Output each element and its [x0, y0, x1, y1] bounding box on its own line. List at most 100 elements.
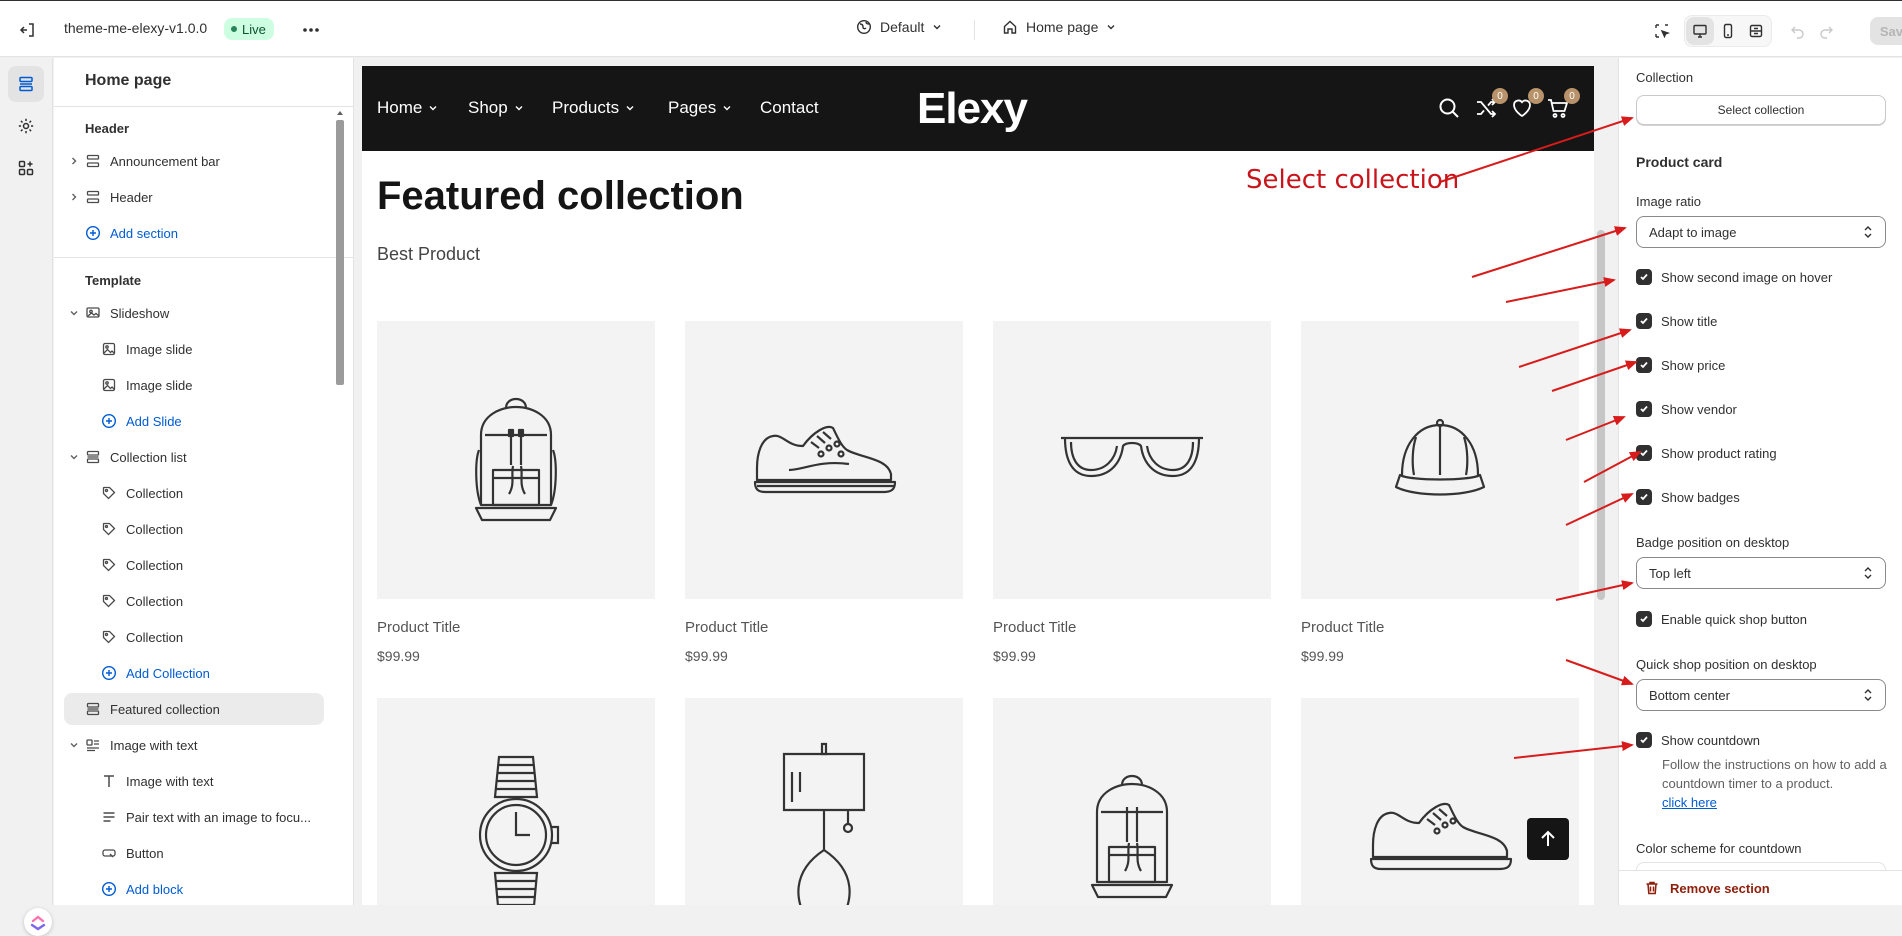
store-logo[interactable]: Elexy	[917, 84, 1028, 134]
checkbox-checked-icon[interactable]	[1636, 611, 1652, 627]
sunglasses-icon[interactable]	[993, 321, 1271, 599]
watch-icon[interactable]	[377, 698, 655, 905]
badge-position-select[interactable]: Top left	[1636, 557, 1886, 589]
checkbox-checked-icon[interactable]	[1636, 269, 1652, 285]
add-block-button[interactable]: Add block	[64, 873, 324, 905]
chevron-right-icon[interactable]	[66, 192, 82, 202]
sidebar-item-collection-list[interactable]: Collection list	[64, 441, 324, 473]
product-title[interactable]: Product Title	[685, 619, 963, 636]
enable-quick-shop-checkbox[interactable]: Enable quick shop button	[1636, 611, 1807, 627]
product-title[interactable]: Product Title	[377, 619, 655, 636]
sidebar-item-featured-collection[interactable]: Featured collection	[64, 693, 324, 725]
theme-setting-selector[interactable]: Default	[856, 19, 942, 35]
remove-section-button[interactable]: Remove section	[1619, 870, 1902, 905]
sidebar-item-announcement-bar[interactable]: Announcement bar	[64, 145, 324, 177]
cart-icon[interactable]: 0	[1546, 88, 1580, 122]
show-second-image-checkbox[interactable]: Show second image on hover	[1636, 269, 1832, 285]
countdown-help-link[interactable]: click here	[1662, 795, 1717, 810]
desktop-icon[interactable]	[1686, 17, 1714, 45]
checkbox-checked-icon[interactable]	[1636, 401, 1652, 417]
mobile-icon[interactable]	[1714, 17, 1742, 45]
show-title-checkbox[interactable]: Show title	[1636, 313, 1717, 329]
sneaker-icon[interactable]	[1301, 698, 1579, 905]
add-collection-button[interactable]: Add Collection	[64, 657, 324, 689]
exit-icon[interactable]	[18, 19, 40, 41]
sections-icon[interactable]	[8, 66, 44, 102]
sidebar-block-collection[interactable]: Collection	[64, 513, 324, 545]
fullscreen-icon[interactable]	[1742, 17, 1770, 45]
show-vendor-checkbox[interactable]: Show vendor	[1636, 401, 1737, 417]
save-button[interactable]: Save	[1870, 17, 1902, 45]
chevron-down-icon[interactable]	[66, 452, 82, 462]
show-product-rating-checkbox[interactable]: Show product rating	[1636, 445, 1777, 461]
show-badges-checkbox[interactable]: Show badges	[1636, 489, 1740, 505]
show-countdown-checkbox[interactable]: Show countdown	[1636, 732, 1760, 748]
add-section-header-button[interactable]: Add section	[64, 217, 324, 249]
sidebar-block-button[interactable]: Button	[64, 837, 324, 869]
sidebar-item-slideshow[interactable]: Slideshow	[64, 297, 324, 329]
back-to-top-button[interactable]	[1527, 818, 1569, 860]
sidebar-block-text[interactable]: Pair text with an image to focu...	[64, 801, 324, 833]
quick-shop-position-select[interactable]: Bottom center	[1636, 679, 1886, 711]
scroll-up-arrow-icon[interactable]	[336, 110, 344, 116]
chevron-right-icon[interactable]	[66, 156, 82, 166]
inspector-icon[interactable]	[1648, 17, 1676, 45]
app-embeds-icon[interactable]	[8, 150, 44, 186]
product-card[interactable]	[685, 698, 963, 905]
sidebar-block-collection[interactable]: Collection	[64, 549, 324, 581]
preview-scroll-thumb[interactable]	[1597, 230, 1605, 600]
sidebar-scroll-thumb[interactable]	[336, 120, 344, 385]
redo-icon[interactable]	[1812, 17, 1840, 45]
lamp-icon[interactable]	[685, 698, 963, 905]
sidebar-item-image-with-text[interactable]: Image with text	[64, 729, 324, 761]
checkbox-checked-icon[interactable]	[1636, 489, 1652, 505]
nav-link-products[interactable]: Products	[552, 98, 635, 118]
checkbox-checked-icon[interactable]	[1636, 732, 1652, 748]
preview-scrollbar[interactable]	[1595, 150, 1607, 670]
sidebar-item-header[interactable]: Header	[64, 181, 324, 213]
product-title[interactable]: Product Title	[993, 619, 1271, 636]
sidebar-block-image-slide[interactable]: Image slide	[64, 333, 324, 365]
nav-link-shop[interactable]: Shop	[468, 98, 524, 118]
wishlist-heart-icon[interactable]: 0	[1510, 88, 1544, 122]
nav-link-pages[interactable]: Pages	[668, 98, 732, 118]
undo-icon[interactable]	[1784, 17, 1812, 45]
product-card[interactable]: Product Title $99.99	[685, 321, 963, 664]
add-slide-button[interactable]: Add Slide	[64, 405, 324, 437]
theme-settings-gear-icon[interactable]	[8, 108, 44, 144]
product-card[interactable]	[377, 698, 655, 905]
image-ratio-select[interactable]: Adapt to image	[1636, 216, 1886, 248]
product-card[interactable]	[993, 698, 1271, 905]
backpack-icon[interactable]	[993, 698, 1271, 905]
color-scheme-select[interactable]	[1636, 862, 1886, 870]
search-icon[interactable]	[1437, 96, 1463, 122]
cap-icon[interactable]	[1301, 321, 1579, 599]
sidebar-block-collection[interactable]: Collection	[64, 477, 324, 509]
live-badge: Live	[224, 18, 274, 40]
sidebar-block-collection[interactable]: Collection	[64, 585, 324, 617]
sidebar-scrollbar[interactable]	[336, 110, 344, 900]
backpack-icon[interactable]	[377, 321, 655, 599]
product-card[interactable]: Product Title $99.99	[1301, 321, 1579, 664]
more-actions-icon[interactable]	[300, 19, 322, 41]
product-card[interactable]: Product Title $99.99	[377, 321, 655, 664]
chevron-down-icon[interactable]	[66, 308, 82, 318]
product-card[interactable]: Product Title $99.99	[993, 321, 1271, 664]
sidebar-block-collection[interactable]: Collection	[64, 621, 324, 653]
nav-link-home[interactable]: Home	[377, 98, 438, 118]
show-price-checkbox[interactable]: Show price	[1636, 357, 1725, 373]
checkbox-checked-icon[interactable]	[1636, 313, 1652, 329]
sneaker-icon[interactable]	[685, 321, 963, 599]
page-selector[interactable]: Home page	[1002, 19, 1116, 35]
product-title[interactable]: Product Title	[1301, 619, 1579, 636]
checkbox-checked-icon[interactable]	[1636, 357, 1652, 373]
select-collection-button[interactable]: Select collection	[1636, 95, 1886, 125]
chevron-down-icon[interactable]	[66, 740, 82, 750]
nav-link-contact[interactable]: Contact	[760, 98, 819, 118]
product-card[interactable]	[1301, 698, 1579, 905]
clickup-logo-icon[interactable]	[24, 908, 52, 936]
sidebar-block-image-slide[interactable]: Image slide	[64, 369, 324, 401]
sidebar-block-heading[interactable]: Image with text	[64, 765, 324, 797]
compare-icon[interactable]: 0	[1474, 88, 1508, 122]
checkbox-checked-icon[interactable]	[1636, 445, 1652, 461]
